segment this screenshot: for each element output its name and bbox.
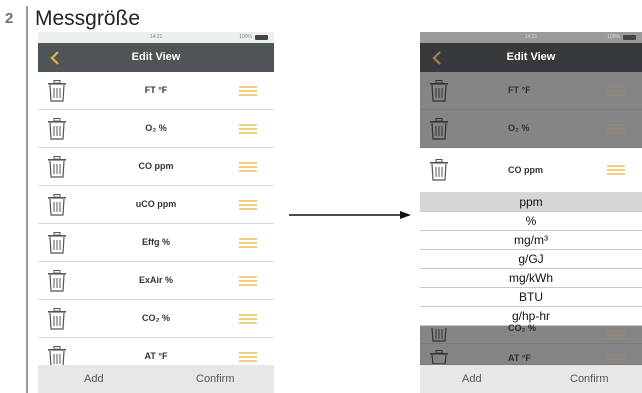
list-item: O₂ %: [420, 110, 642, 148]
drag-handle-icon[interactable]: [239, 162, 257, 173]
trash-icon[interactable]: [47, 118, 67, 145]
battery-icon: [255, 35, 268, 40]
list-item: CO ppm: [38, 148, 274, 186]
dropdown-option[interactable]: BTU: [420, 288, 642, 307]
trash-icon[interactable]: [47, 308, 67, 335]
status-bar: 14:21 100%: [420, 32, 642, 43]
drag-handle-icon[interactable]: [607, 124, 625, 135]
trash-icon[interactable]: [47, 80, 67, 107]
drag-handle-icon[interactable]: [239, 276, 257, 287]
dropdown-option[interactable]: mg/m³: [420, 231, 642, 250]
row-label: CO ppm: [138, 161, 174, 171]
dropdown-option[interactable]: g/GJ: [420, 250, 642, 269]
trash-icon[interactable]: [47, 232, 67, 259]
row-label: CO₂ %: [508, 323, 537, 333]
row-label: O₂ %: [145, 123, 167, 133]
step-divider: [26, 6, 28, 393]
drag-handle-icon[interactable]: [607, 354, 625, 365]
add-button[interactable]: Add: [84, 373, 104, 385]
trash-icon[interactable]: [47, 194, 67, 221]
row-label: FT °F: [508, 85, 531, 95]
trash-icon[interactable]: [47, 156, 67, 183]
dropdown-option[interactable]: %: [420, 212, 642, 231]
drag-handle-icon[interactable]: [239, 238, 257, 249]
trash-icon[interactable]: [429, 80, 449, 107]
drag-handle-icon[interactable]: [239, 314, 257, 325]
row-label: O₂ %: [508, 123, 530, 133]
row-label: ExAir %: [138, 275, 173, 285]
row-label: FT °F: [144, 85, 168, 95]
list-item: CO₂ %: [38, 300, 274, 338]
nav-title: Edit View: [131, 51, 181, 63]
phone-screen-after: 14:21 100% Edit View FT °F O₂ % CO ppm p: [420, 32, 642, 393]
row-label: AT °F: [508, 353, 531, 363]
trash-icon[interactable]: [429, 159, 449, 186]
list-item: Effg %: [38, 224, 274, 262]
drag-handle-icon[interactable]: [239, 352, 257, 363]
status-battery: 100%: [607, 34, 620, 40]
drag-handle-icon[interactable]: [607, 165, 625, 176]
status-battery: 100%: [239, 34, 252, 40]
drag-handle-icon[interactable]: [239, 200, 257, 211]
step-number: 2: [5, 10, 14, 27]
drag-handle-icon[interactable]: [607, 86, 625, 97]
row-label: AT °F: [144, 351, 168, 361]
dropdown-option-selected[interactable]: ppm: [420, 193, 642, 212]
footer-bar: Add Confirm: [38, 365, 274, 393]
trash-icon[interactable]: [429, 118, 449, 145]
list-item: FT °F: [38, 72, 274, 110]
list-item: O₂ %: [38, 110, 274, 148]
list-item: CO₂ %: [420, 323, 642, 344]
step-title: Messgröße: [35, 7, 141, 30]
drag-handle-icon[interactable]: [239, 124, 257, 135]
row-label: CO ppm: [508, 165, 543, 175]
unit-dropdown-list: ppm % mg/m³ g/GJ mg/kWh BTU g/hp-hr: [420, 193, 642, 326]
nav-title: Edit View: [506, 51, 556, 63]
nav-bar: Edit View: [420, 43, 642, 72]
status-bar: 14:21 100%: [38, 32, 274, 43]
list-item: AT °F: [420, 344, 642, 365]
trash-icon[interactable]: [47, 270, 67, 297]
dropdown-option[interactable]: mg/kWh: [420, 269, 642, 288]
drag-handle-icon[interactable]: [607, 330, 625, 341]
phone-screen-before: 14:21 100% Edit View FT °F O₂ % CO ppm u…: [38, 32, 274, 393]
list-item: ExAir %: [38, 262, 274, 300]
nav-bar: Edit View: [38, 43, 274, 72]
arrow-right-icon: [289, 211, 411, 219]
list-item-selected: CO ppm: [420, 148, 642, 193]
footer-bar: Add Confirm: [420, 365, 642, 393]
add-button[interactable]: Add: [462, 373, 482, 385]
drag-handle-icon[interactable]: [239, 86, 257, 97]
row-label: Effg %: [142, 237, 170, 247]
list-item: FT °F: [420, 72, 642, 110]
battery-icon: [623, 35, 636, 40]
row-label: uCO ppm: [135, 199, 177, 209]
confirm-button[interactable]: Confirm: [196, 373, 235, 385]
confirm-button[interactable]: Confirm: [570, 373, 609, 385]
list-item: uCO ppm: [38, 186, 274, 224]
row-label: CO₂ %: [141, 313, 170, 323]
